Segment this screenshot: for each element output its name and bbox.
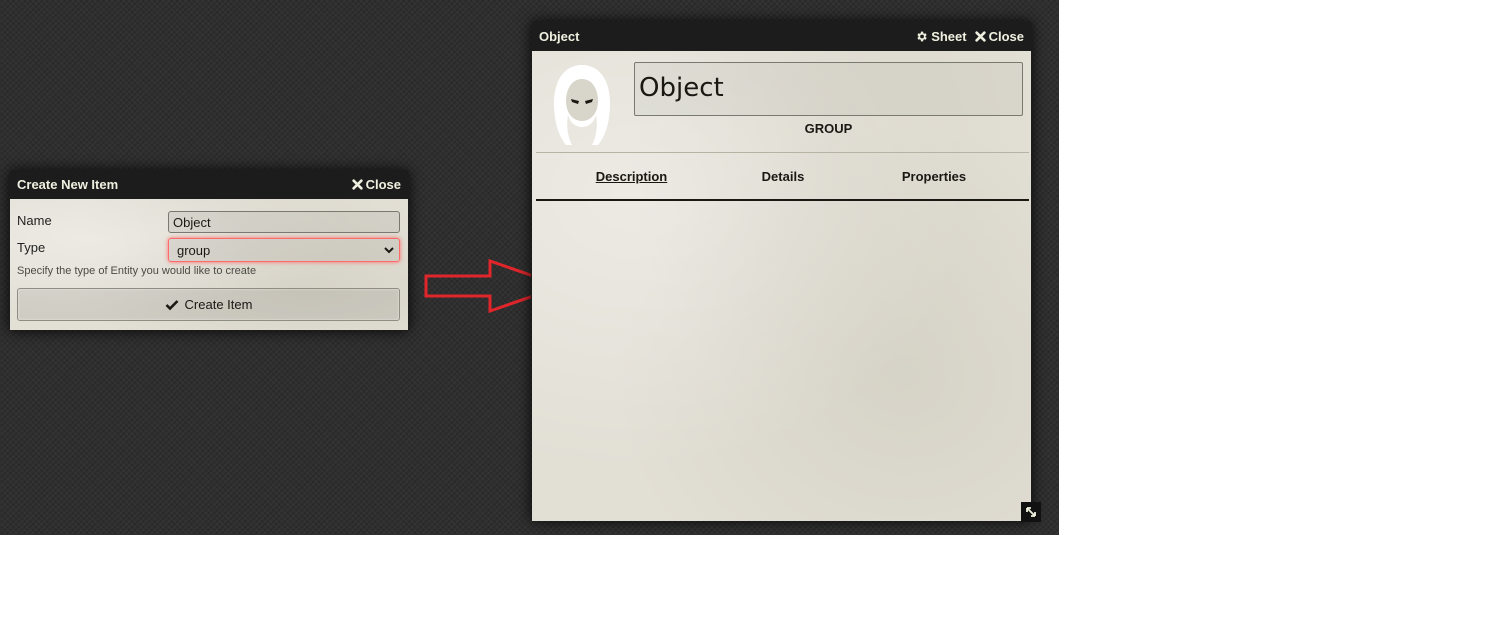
window-resize-handle[interactable] xyxy=(1021,502,1041,522)
create-item-dialog: Create New Item Close Name Object Type g… xyxy=(9,170,409,331)
tab-details[interactable]: Details xyxy=(727,169,839,184)
sheet-tabs: Description Details Properties xyxy=(536,153,1029,201)
dialog-header[interactable]: Create New Item Close xyxy=(9,170,409,198)
item-type-label: GROUP xyxy=(804,121,853,136)
type-hint: Specify the type of Entity you would lik… xyxy=(17,265,257,277)
name-label: Name xyxy=(17,213,52,228)
item-sheet-window: Object Sheet Close Object GROUP Descript… xyxy=(531,21,1032,521)
type-select-value: group xyxy=(177,242,211,258)
dialog-title: Create New Item xyxy=(17,176,119,192)
sheet-title: Object xyxy=(539,28,580,44)
check-icon xyxy=(165,299,178,310)
chevron-down-icon xyxy=(384,247,394,254)
close-icon xyxy=(974,30,986,42)
close-icon xyxy=(351,178,363,190)
create-item-button[interactable]: Create Item xyxy=(17,288,400,321)
tab-description[interactable]: Description xyxy=(536,169,727,184)
sheet-config-label: Sheet xyxy=(931,28,967,44)
gear-icon xyxy=(917,31,927,41)
create-item-label: Create Item xyxy=(184,297,253,312)
dialog-close-label: Close xyxy=(365,176,401,192)
name-input[interactable]: Object xyxy=(168,211,400,233)
type-select[interactable]: group xyxy=(168,238,400,262)
type-label: Type xyxy=(17,240,46,255)
sheet-body: Object GROUP Description Details Propert… xyxy=(532,51,1031,521)
item-name-input[interactable]: Object xyxy=(634,62,1023,116)
dialog-close-button[interactable]: Close xyxy=(351,176,401,192)
dialog-body: Name Object Type group Specify the type … xyxy=(10,199,408,330)
hooded-figure-icon[interactable] xyxy=(546,61,618,149)
resize-icon xyxy=(1026,507,1036,517)
sheet-config-button[interactable]: Sheet xyxy=(915,28,967,44)
sheet-close-label: Close xyxy=(988,28,1024,44)
tab-properties[interactable]: Properties xyxy=(839,169,1029,184)
sheet-close-button[interactable]: Close xyxy=(974,28,1024,44)
sheet-header[interactable]: Object Sheet Close xyxy=(531,21,1032,51)
